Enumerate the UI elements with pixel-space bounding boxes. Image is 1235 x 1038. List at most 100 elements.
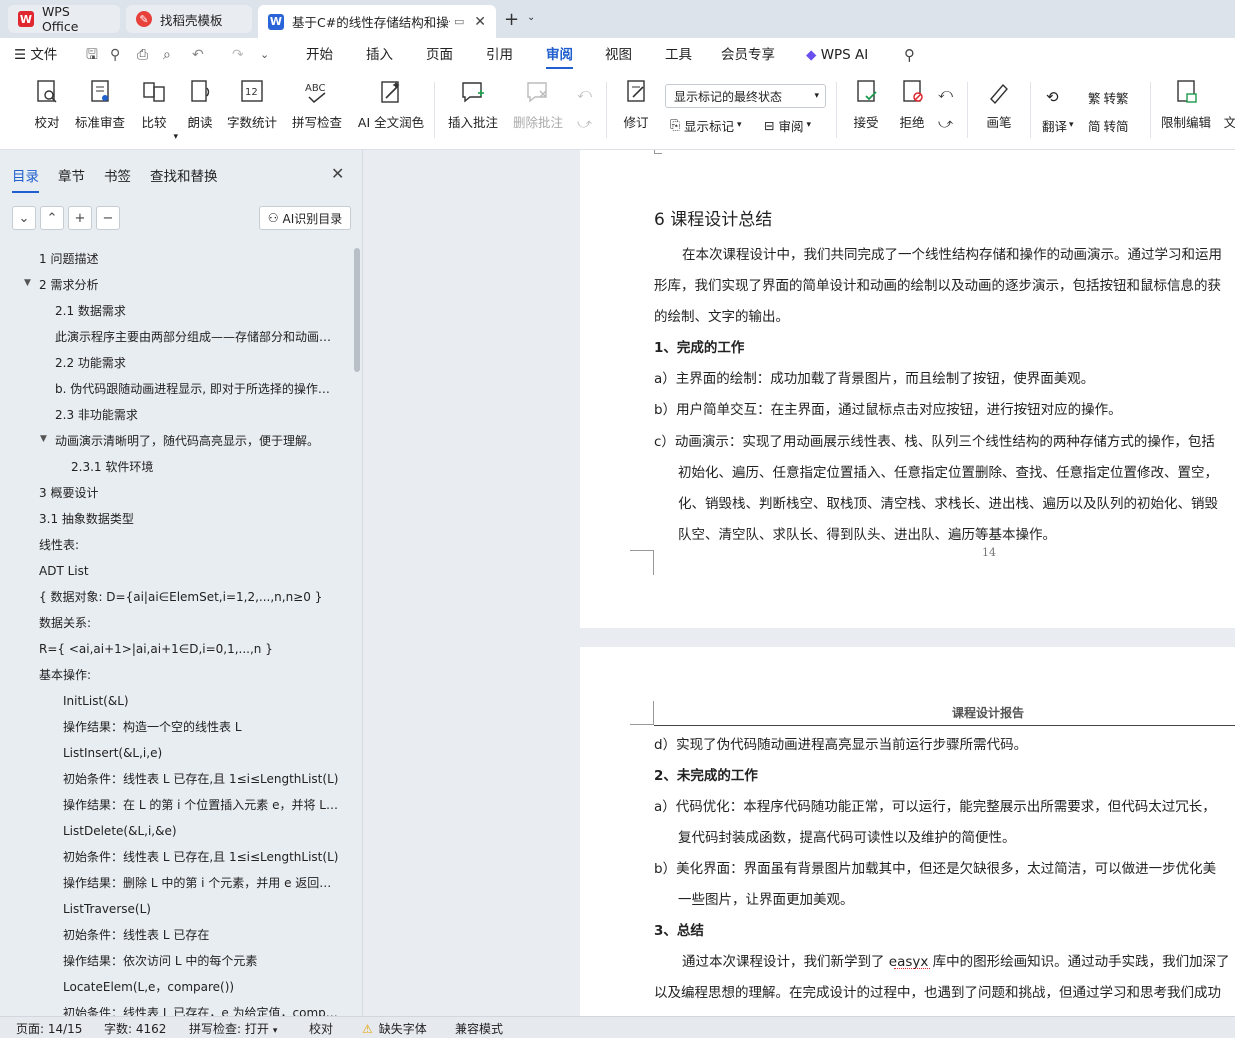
toc-item[interactable]: 操作结果：在 L 的第 i 个位置插入元素 e，并将 L 的长度加1 (63, 795, 340, 815)
new-tab-icon[interactable]: + (504, 9, 519, 30)
prev-change-icon[interactable]: ⤺ (938, 86, 953, 102)
nav-scrollbar[interactable] (354, 248, 360, 372)
toc-item[interactable]: 2.2 功能需求 (55, 353, 340, 373)
page-indicator[interactable]: 页面: 14/15 (16, 1020, 82, 1037)
compare-button[interactable]: 比较 ▾ (134, 78, 178, 144)
show-markup-button[interactable]: ⎘ 显示标记 ▾ (670, 114, 742, 136)
menu-references[interactable]: 引用 (486, 38, 513, 72)
insert-comment-button[interactable]: 插入批注 (446, 78, 500, 144)
print-preview-icon[interactable]: ⌕ (163, 38, 171, 72)
toc-item[interactable]: 1 问题描述 (39, 249, 340, 269)
toc-item[interactable]: 线性表: (39, 535, 340, 555)
translate-icon[interactable]: ⟲ (1046, 86, 1059, 108)
restrict-edit-button[interactable]: 限制编辑 (1160, 78, 1212, 144)
markup-state-select[interactable]: 显示标记的最终状态 ▾ (665, 84, 826, 108)
close-tab-icon[interactable]: ✕ (474, 14, 486, 30)
menu-member[interactable]: 会员专享 (721, 38, 775, 72)
translate-button[interactable]: 翻译 ▾ (1042, 114, 1074, 136)
prev-comment-icon[interactable]: ⤺ (577, 86, 592, 102)
toc-item[interactable]: 初始条件：线性表 L 已存在,且 1≤i≤LengthList(L) (63, 769, 340, 789)
ai-polish-button[interactable]: AI 全文润色 (356, 78, 426, 144)
toc-item[interactable]: 3 概要设计 (39, 483, 340, 503)
toc-item[interactable]: ADT List (39, 561, 340, 581)
menu-wps-ai[interactable]: ◆ WPS AI (806, 38, 868, 72)
spell-check-button[interactable]: ABC 拼写检查 (286, 78, 348, 144)
read-aloud-button[interactable]: 朗读 (185, 78, 215, 144)
redo-icon[interactable]: ↷ (232, 38, 244, 72)
menu-home[interactable]: 开始 (306, 38, 333, 72)
remove-heading-button[interactable]: − (96, 206, 120, 230)
collapse-all-button[interactable]: ⌄ (12, 206, 36, 230)
undo-icon[interactable]: ↶ (192, 38, 204, 72)
toc-item[interactable]: R={ <ai,ai+1>|ai,ai+1∈D,i=0,1,...,n } (39, 639, 340, 659)
export-icon[interactable]: ⚲ (110, 38, 120, 72)
reject-button[interactable]: 拒绝 (892, 78, 932, 144)
toc-item[interactable]: { 数据对象: D={ai|ai∈ElemSet,i=1,2,...,n,n≥0… (39, 587, 340, 607)
add-heading-button[interactable]: + (68, 206, 92, 230)
read-aloud-icon (187, 78, 213, 106)
toc-item[interactable]: 操作结果：构造一个空的线性表 L (63, 717, 340, 737)
ink-button[interactable]: 画笔 (984, 78, 1014, 144)
file-menu[interactable]: ☰ 文件 (14, 38, 57, 72)
standard-review-button[interactable]: 标准审查 (74, 78, 126, 144)
toc-item[interactable]: 此演示程序主要由两部分组成——存储部分和动画演示部分 (55, 327, 340, 347)
expand-arrow-icon[interactable]: ▼ (40, 434, 47, 444)
menu-page[interactable]: 页面 (426, 38, 453, 72)
nav-tab-toc[interactable]: 目录 (12, 165, 39, 193)
menu-insert[interactable]: 插入 (366, 38, 393, 72)
toc-item[interactable]: 操作结果：删除 L 中的第 i 个元素，并用 e 返回其值 (63, 873, 340, 893)
accept-button[interactable]: 接受 (846, 78, 886, 144)
toc-item[interactable]: LocateElem(L,e，compare()) (63, 977, 340, 997)
more-ribbon-button[interactable]: 文 (1220, 78, 1235, 144)
close-pane-icon[interactable]: ✕ (331, 164, 344, 183)
nav-tab-bookmarks[interactable]: 书签 (104, 165, 131, 185)
toc-item[interactable]: 2.3.1 软件环境 (71, 457, 340, 477)
next-comment-icon[interactable]: ⤻ (577, 116, 592, 132)
ai-toc-button[interactable]: ⚇ AI识别目录 (259, 206, 351, 230)
tab-document[interactable]: W 基于C#的线性存储结构和操作 ▭ ✕ (258, 5, 496, 38)
tab-template[interactable]: ✎ 找稻壳模板 (126, 5, 252, 33)
missing-font-status[interactable]: ⚠ 缺失字体 (362, 1020, 427, 1037)
spell-check-status[interactable]: 拼写检查: 打开 ▾ (189, 1020, 277, 1037)
track-changes-button[interactable]: 修订 (616, 78, 656, 144)
proofread-button[interactable]: 校对 (30, 78, 64, 144)
menu-tools[interactable]: 工具 (665, 38, 692, 72)
review-pane-button[interactable]: ⊟ 审阅 ▾ (764, 114, 811, 136)
list-item: a）代码优化：本程序代码随功能正常，可以运行，能完整展示出所需要求，但代码太过冗… (654, 799, 1216, 815)
toc-item[interactable]: 操作结果：依次访问 L 中的每个元素 (63, 951, 340, 971)
toc-item[interactable]: 初始条件：线性表 L 已存在 (63, 925, 340, 945)
nav-tab-sections[interactable]: 章节 (58, 165, 85, 185)
delete-comment-button[interactable]: 删除批注 (508, 78, 568, 144)
toc-item[interactable]: 3.1 抽象数据类型 (39, 509, 340, 529)
toc-item[interactable]: 2.3 非功能需求 (55, 405, 340, 425)
search-icon[interactable]: ⚲ (904, 38, 915, 72)
menu-review[interactable]: 审阅 (546, 38, 573, 72)
toc-item[interactable]: 基本操作: (39, 665, 340, 685)
toc-item[interactable]: ListTraverse(L) (63, 899, 340, 919)
toc-item[interactable]: 初始条件：线性表 L 已存在,且 1≤i≤LengthList(L) (63, 847, 340, 867)
nav-tab-find-replace[interactable]: 查找和替换 (150, 165, 218, 185)
next-change-icon[interactable]: ⤻ (938, 116, 953, 132)
menu-view[interactable]: 视图 (605, 38, 632, 72)
print-icon[interactable]: ⎙ (137, 38, 148, 72)
expand-up-button[interactable]: ⌃ (40, 206, 64, 230)
expand-arrow-icon[interactable]: ▼ (24, 278, 31, 288)
toc-item[interactable]: 2.1 数据需求 (55, 301, 340, 321)
toc-item[interactable]: ListInsert(&L,i,e) (63, 743, 340, 763)
chevron-down-icon[interactable]: ⌄ (527, 12, 535, 23)
toc-item[interactable]: InitList(&L) (63, 691, 340, 711)
proof-status[interactable]: 校对 (309, 1020, 333, 1037)
toc-item[interactable]: ListDelete(&L,i,&e) (63, 821, 340, 841)
wps-ai-icon: ◆ (806, 47, 817, 63)
to-traditional-button[interactable]: 繁转繁 (1088, 86, 1129, 108)
word-count-button[interactable]: 12 字数统计 (226, 78, 278, 144)
to-simplified-button[interactable]: 简转简 (1088, 114, 1129, 136)
save-icon[interactable]: 🖫 (86, 38, 98, 72)
quick-access-more-icon[interactable]: ⌄ (260, 38, 269, 72)
toc-item[interactable]: 动画演示清晰明了，随代码高亮显示，便于理解。 (55, 431, 340, 451)
toc-item[interactable]: 数据关系: (39, 613, 340, 633)
toc-item[interactable]: 2 需求分析 (39, 275, 340, 295)
toc-item[interactable]: b. 伪代码跟随动画进程显示, 即对于所选择的操作给出伪代码 (55, 379, 340, 399)
tab-wps-office[interactable]: W WPS Office (8, 4, 120, 34)
word-count[interactable]: 字数: 4162 (104, 1020, 166, 1037)
